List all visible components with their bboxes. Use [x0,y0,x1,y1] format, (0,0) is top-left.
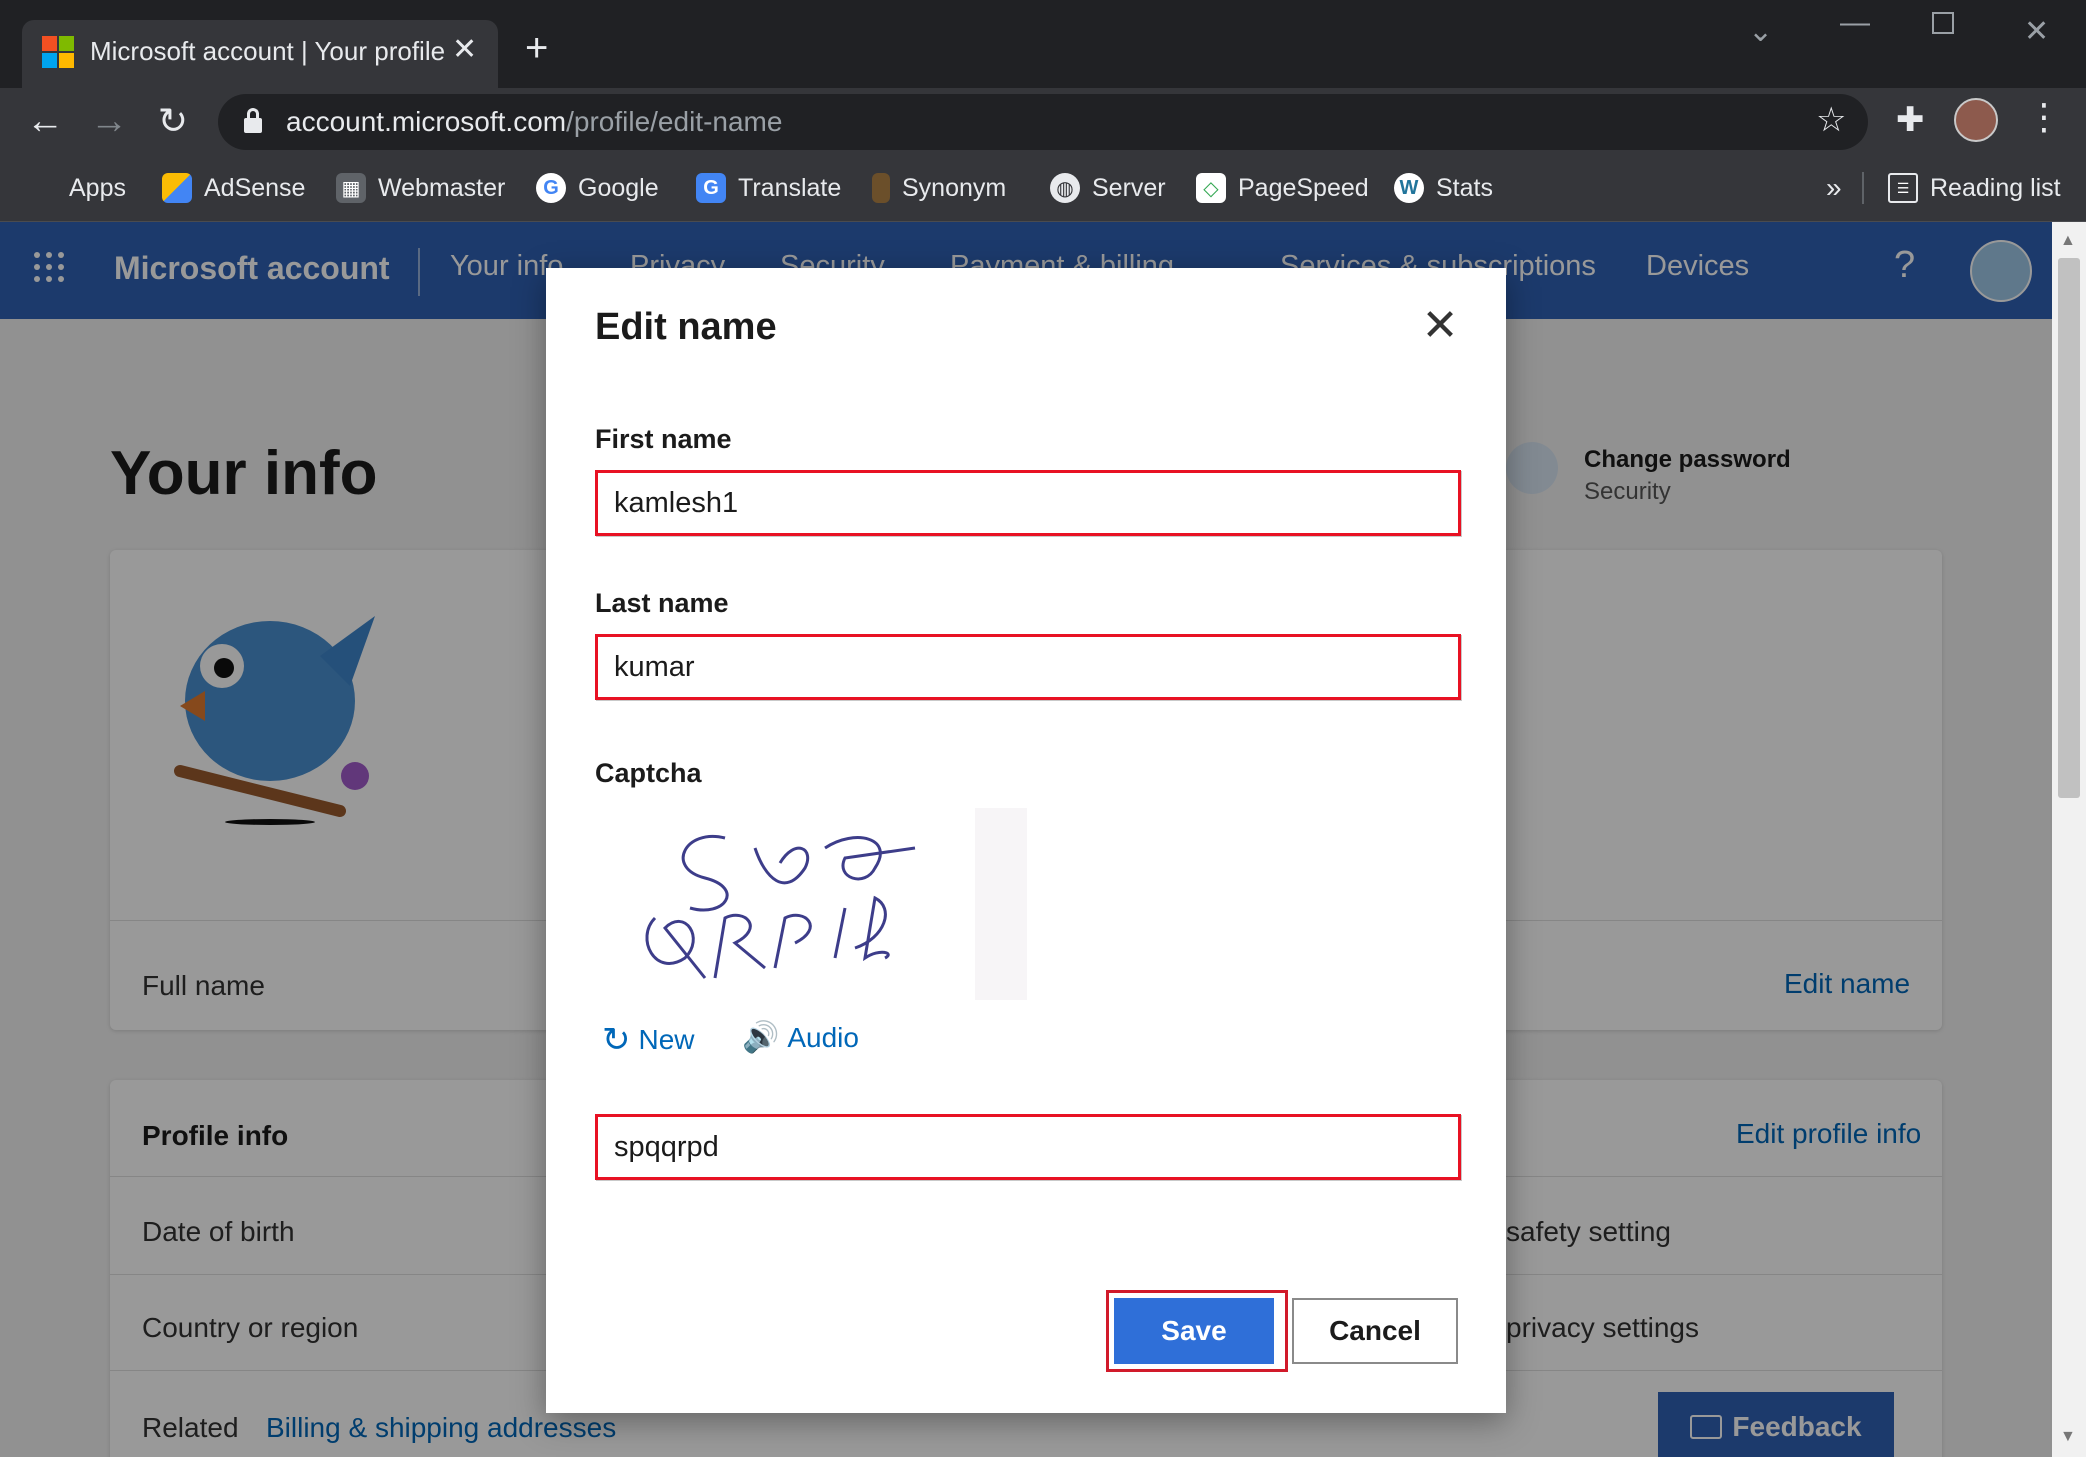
close-icon[interactable]: ✕ [1418,304,1462,350]
captcha-audio-button[interactable]: 🔊 Audio [742,1020,859,1055]
address-bar[interactable]: account.microsoft.com/profile/edit-name … [218,94,1868,150]
first-name-label: First name [595,424,732,454]
new-tab-icon[interactable]: + [525,26,548,71]
scrollbar-thumb[interactable] [2058,258,2080,798]
globe-icon: ◍ [1050,173,1080,203]
maximize-icon[interactable] [1932,12,1954,34]
reload-icon[interactable]: ↻ [150,98,196,144]
last-name-input[interactable] [598,637,1458,697]
browser-chrome: Microsoft account | Your profile ✕ + ⌄ —… [0,0,2086,222]
last-name-field[interactable] [595,634,1461,700]
profile-avatar[interactable] [1954,98,1998,142]
webmaster-icon: ▦ [336,173,366,203]
browser-toolbar: ← → ↻ account.microsoft.com/profile/edit… [0,88,2086,156]
tab-search-icon[interactable]: ⌄ [1748,14,1773,49]
extensions-icon[interactable]: ✚ [1896,100,1925,140]
refresh-icon: ↻ [602,1021,631,1059]
synonym-icon [872,173,890,203]
scroll-down-icon[interactable]: ▼ [2060,1428,2076,1446]
tab-title: Microsoft account | Your profile [90,36,446,66]
captcha-field[interactable] [595,1114,1461,1180]
bookmark-stats[interactable]: W Stats [1394,170,1493,206]
scroll-up-icon[interactable]: ▲ [2060,232,2076,250]
lock-icon [244,108,262,134]
captcha-input[interactable] [598,1117,1458,1177]
cancel-button[interactable]: Cancel [1292,1298,1458,1364]
menu-icon[interactable]: ⋮ [2026,96,2062,138]
minimize-icon[interactable]: — [1840,6,1870,40]
close-window-icon[interactable]: ✕ [2024,14,2049,49]
wordpress-icon: W [1394,173,1424,203]
reading-list-button[interactable]: ☰ Reading list [1888,170,2061,206]
speaker-icon: 🔊 [742,1021,780,1054]
last-name-label: Last name [595,588,729,618]
bookmarks-overflow-icon[interactable]: » [1826,170,1842,206]
apps-grid-icon [30,175,57,202]
page-scrollbar[interactable]: ▲ ▼ [2052,222,2086,1457]
tab-close-icon[interactable]: ✕ [452,32,477,67]
captcha-new-button[interactable]: ↻ New [602,1020,695,1060]
bookmark-adsense[interactable]: AdSense [162,170,305,206]
bookmarks-bar: Apps AdSense ▦ Webmaster G Google G Transla… [0,156,2086,222]
microsoft-logo-icon [42,36,74,68]
bookmark-apps[interactable]: Apps [30,170,126,206]
reading-list-icon: ☰ [1888,173,1918,203]
bookmark-webmaster[interactable]: ▦ Webmaster [336,170,505,206]
bookmark-translate[interactable]: G Translate [696,170,841,206]
captcha-image [595,808,1027,1000]
bookmark-synonym[interactable]: Synonym [872,170,1006,206]
adsense-icon [162,173,192,203]
first-name-field[interactable] [595,470,1461,536]
save-button[interactable]: Save [1114,1298,1274,1364]
back-icon[interactable]: ← [22,98,68,144]
forward-icon[interactable]: → [86,98,132,144]
google-icon: G [536,173,566,203]
captcha-label: Captcha [595,758,702,788]
dialog-title: Edit name [595,306,777,348]
bookmark-star-icon[interactable]: ☆ [1816,100,1846,140]
edit-name-dialog: Edit name ✕ First name Last name Captcha… [546,268,1506,1413]
browser-tab[interactable]: Microsoft account | Your profile ✕ [22,20,498,88]
translate-icon: G [696,173,726,203]
bookmark-pagespeed[interactable]: ◇ PageSpeed [1196,170,1369,206]
first-name-input[interactable] [598,473,1458,533]
bookmark-server[interactable]: ◍ Server [1050,170,1166,206]
bookmark-google[interactable]: G Google [536,170,659,206]
divider [1862,172,1864,204]
pagespeed-icon: ◇ [1196,173,1226,203]
url-text: account.microsoft.com/profile/edit-name [286,106,783,137]
